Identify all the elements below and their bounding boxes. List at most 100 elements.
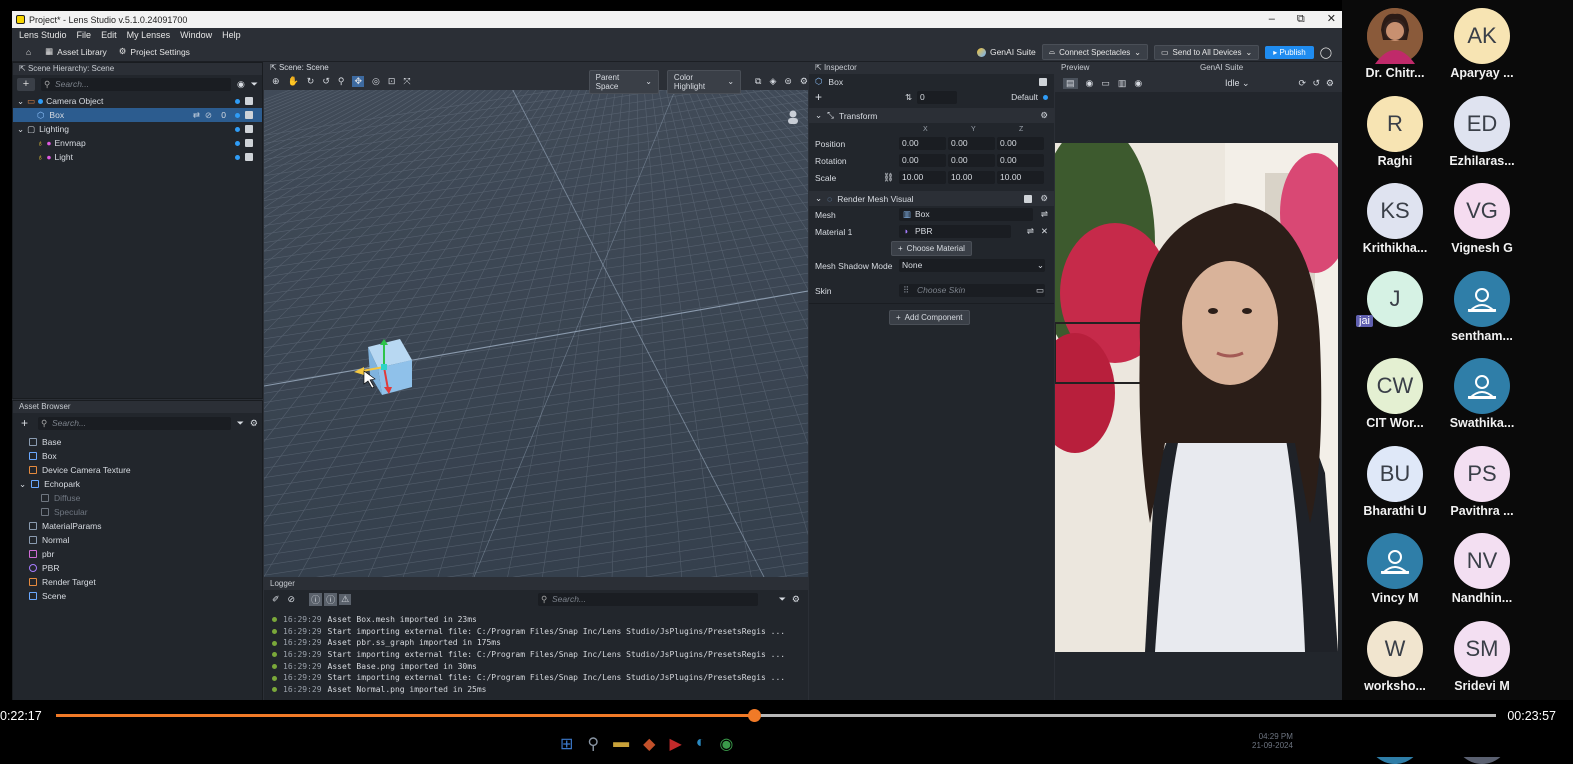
layer-dot[interactable] <box>1043 95 1048 100</box>
transform-section-header[interactable]: ⌄ ⤡ Transform ⚙ <box>809 108 1054 123</box>
rotate-gizmo-icon[interactable]: ◎ <box>372 76 380 87</box>
render-mesh-enable-checkbox[interactable] <box>1024 195 1032 203</box>
menu-help[interactable]: Help <box>222 30 241 40</box>
add-component-button[interactable]: + Add Component <box>889 310 970 325</box>
filter-icon[interactable]: ⏷ <box>251 79 258 90</box>
brush-icon[interactable]: ✐ <box>272 594 280 605</box>
genai-suite-tab[interactable]: GenAI Suite <box>1200 62 1243 74</box>
filter-icon[interactable]: ⏷ <box>237 418 244 429</box>
youtube-icon[interactable]: ▶ <box>669 734 681 754</box>
error-filter-icon[interactable]: ⓘ <box>324 592 338 606</box>
zoom-icon[interactable]: ⚲ <box>338 76 345 87</box>
settings-icon[interactable]: ⚙ <box>800 76 808 87</box>
asset-item-box[interactable]: Box <box>29 449 262 463</box>
face-icon[interactable]: ◉ <box>1086 78 1094 89</box>
asset-item-pbr-graph[interactable]: pbr <box>29 547 262 561</box>
folder-icon[interactable]: ▭ <box>1036 285 1044 296</box>
participant-tile[interactable]: ED Ezhilaras... <box>1427 95 1537 168</box>
scale-z-input[interactable]: 10.00 <box>997 171 1044 184</box>
brave-browser-icon[interactable]: ◆ <box>643 734 655 754</box>
progress-handle[interactable] <box>748 709 762 722</box>
gear-icon[interactable]: ⚙ <box>250 418 258 429</box>
project-settings-button[interactable]: ⚙ Project Settings <box>119 46 190 57</box>
choose-material-button[interactable]: + Choose Material <box>891 241 972 256</box>
connect-spectacles-dropdown[interactable]: ⌓ Connect Spectacles ⌄ <box>1041 44 1148 60</box>
maximize-icon[interactable]: ⧉ <box>1297 11 1305 28</box>
tree-item-envmap[interactable]: ♁ ● Envmap <box>13 136 262 150</box>
enable-checkbox[interactable] <box>245 97 253 105</box>
asset-item-specular[interactable]: Specular <box>29 505 262 519</box>
filter-icon[interactable]: ⏷ <box>779 594 786 605</box>
scene-viewport[interactable] <box>264 73 808 577</box>
minimize-icon[interactable]: – <box>1269 11 1275 28</box>
visibility-dot[interactable] <box>235 141 240 146</box>
overlay-icon[interactable]: ⧉ <box>755 76 761 87</box>
render-mesh-section-header[interactable]: ⌄ ◌ Render Mesh Visual ⚙ <box>809 191 1054 206</box>
menu-window[interactable]: Window <box>180 30 212 40</box>
refresh-icon[interactable]: ⟳ <box>1298 78 1306 89</box>
windows-start-icon[interactable]: ⊞ <box>560 734 573 754</box>
remove-material-icon[interactable]: ✕ <box>1041 226 1048 237</box>
close-icon[interactable]: ✕ <box>1327 11 1336 28</box>
shadow-mode-dropdown[interactable]: None <box>899 259 1045 272</box>
logger-search-input[interactable]: Search... <box>538 592 758 606</box>
warning-filter-icon[interactable]: ⚠ <box>339 593 352 605</box>
object-enable-checkbox[interactable] <box>1039 78 1047 86</box>
position-z-input[interactable]: 0.00 <box>997 137 1044 150</box>
participant-tile[interactable]: NV Nandhin... <box>1427 533 1537 605</box>
mesh-field[interactable]: Box <box>899 208 1033 221</box>
asset-library-button[interactable]: ▦ Asset Library <box>45 46 107 57</box>
link-icon[interactable]: ⛓ <box>883 172 894 183</box>
status-dropdown[interactable]: Idle ⌄ <box>1225 78 1250 89</box>
asset-item-base[interactable]: Base <box>29 435 262 449</box>
tree-item-light[interactable]: ♁ ● Light <box>13 150 262 164</box>
visibility-dot[interactable] <box>235 113 240 118</box>
transform-all-icon[interactable]: ⤧ <box>403 76 410 87</box>
enable-checkbox[interactable] <box>245 139 253 147</box>
settings-icon[interactable]: ⚙ <box>1040 110 1048 121</box>
skin-field[interactable]: Choose Skin <box>899 284 1045 297</box>
participant-tile[interactable]: SM Sridevi M <box>1427 620 1537 693</box>
enable-checkbox[interactable] <box>245 153 253 161</box>
scale-gizmo-icon[interactable]: ⊡ <box>388 76 396 87</box>
eye-icon[interactable]: ◉ <box>1134 78 1142 89</box>
add-object-button[interactable]: + <box>17 78 35 91</box>
orbit-icon[interactable]: ↺ <box>322 76 330 87</box>
menu-my-lenses[interactable]: My Lenses <box>127 30 171 40</box>
position-y-input[interactable]: 0.00 <box>948 137 995 150</box>
genai-suite-button[interactable]: GenAI Suite <box>976 47 1036 57</box>
asset-item-normal[interactable]: Normal <box>29 533 262 547</box>
asset-search-input[interactable]: Search... <box>38 416 231 430</box>
file-explorer-icon[interactable]: ▬ <box>613 734 629 754</box>
rotation-x-input[interactable]: 0.00 <box>899 154 946 167</box>
reset-icon[interactable]: ↺ <box>1312 78 1320 89</box>
tree-item-camera-object[interactable]: ⌄ ▭ Camera Object <box>13 94 262 108</box>
highlight-dropdown[interactable]: Color Highlight ⌄ <box>666 69 742 94</box>
layer-input[interactable]: 0 <box>917 91 957 104</box>
publish-button[interactable]: ▸ Publish <box>1265 45 1314 59</box>
chrome-icon[interactable]: ◉ <box>719 734 733 754</box>
participant-tile[interactable]: Swathika... <box>1427 358 1537 430</box>
zoom-fit-icon[interactable]: ⊕ <box>272 76 280 87</box>
space-dropdown[interactable]: Parent Space ⌄ <box>588 69 659 94</box>
asset-item-scene[interactable]: Scene <box>29 589 262 603</box>
add-asset-icon[interactable]: + <box>17 416 32 430</box>
asset-item-materialparams[interactable]: MaterialParams <box>29 519 262 533</box>
visibility-dot[interactable] <box>235 99 240 104</box>
edge-icon[interactable]: ◐ <box>696 734 706 754</box>
mesh-picker-icon[interactable]: ⇌ <box>1041 209 1048 220</box>
material-picker-icon[interactable]: ⇌ <box>1027 226 1034 237</box>
tree-item-lighting[interactable]: ⌄ ▢ Lighting <box>13 122 262 136</box>
visibility-dot[interactable] <box>235 127 240 132</box>
rotate-icon[interactable]: ↻ <box>307 76 315 87</box>
device-icon[interactable]: ▭ <box>1101 78 1110 89</box>
position-x-input[interactable]: 0.00 <box>899 137 946 150</box>
asset-item-diffuse[interactable]: Diffuse <box>29 491 262 505</box>
clear-icon[interactable]: ⊘ <box>288 594 296 605</box>
enable-checkbox[interactable] <box>245 111 253 119</box>
home-icon[interactable]: ⌂ <box>26 47 31 57</box>
scale-x-input[interactable]: 10.00 <box>899 171 946 184</box>
progress-track[interactable] <box>56 709 1496 722</box>
asset-item-render-target[interactable]: Render Target <box>29 575 262 589</box>
hierarchy-search-input[interactable]: Search... <box>41 78 231 91</box>
